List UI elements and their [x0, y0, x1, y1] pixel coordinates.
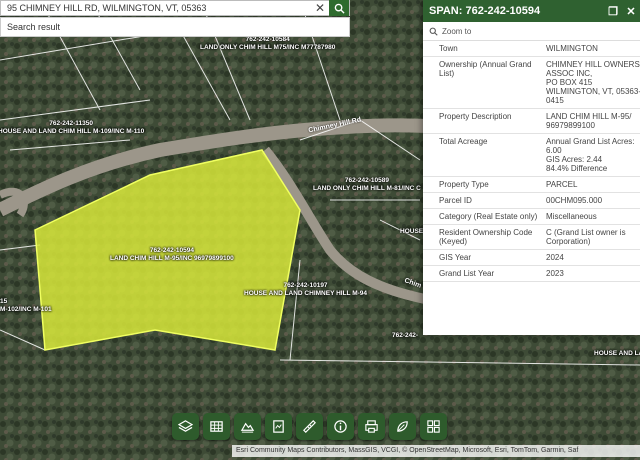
- attr-key: Parcel ID: [423, 192, 542, 209]
- zoom-to-button[interactable]: Zoom to: [423, 22, 640, 41]
- table-row: Category (Real Estate only) Miscellaneous: [423, 208, 640, 225]
- parcel-label-selected: 762-242-10594 LAND CHIM HILL M-95/INC 969…: [110, 247, 234, 262]
- close-icon[interactable]: ✕: [311, 1, 329, 15]
- basemap-icon: [240, 422, 255, 433]
- search-icon: [334, 3, 345, 14]
- table-row: Total Acreage Annual Grand List Acres: 6.…: [423, 133, 640, 177]
- attr-value: 00CHM095.000: [542, 192, 640, 209]
- attr-key: Grand List Year: [423, 265, 542, 282]
- print-map-button[interactable]: [265, 413, 292, 440]
- attr-value: CHIMNEY HILL OWNERS ASSOC INC, PO BOX 41…: [542, 56, 640, 109]
- info-button[interactable]: [327, 413, 354, 440]
- attr-key: Town: [423, 41, 542, 57]
- attr-value: C (Grand List owner is Corporation): [542, 224, 640, 250]
- attr-key: Ownership (Annual Grand List): [423, 56, 542, 109]
- parcel-label: 762-242-11350 HOUSE AND LAND CHIM HILL M-…: [0, 120, 145, 135]
- print-map-icon: [273, 420, 284, 433]
- attr-value: 2024: [542, 249, 640, 266]
- table-row: Property Type PARCEL: [423, 176, 640, 193]
- grid-button[interactable]: [420, 413, 447, 440]
- parcel-label: 15 M-102/INC M-101: [0, 298, 52, 313]
- attr-value: Annual Grand List Acres: 6.00 GIS Acres:…: [542, 133, 640, 177]
- search-button[interactable]: [329, 0, 349, 16]
- panel-title: SPAN: 762-242-10594: [429, 5, 541, 17]
- table-icon: [210, 421, 223, 432]
- parcel-label: 762-242-10589 LAND ONLY CHIM HILL M-81/IN…: [313, 177, 421, 192]
- parcel-label: 762-242-10197 HOUSE AND LAND CHIMNEY HILL…: [244, 282, 368, 297]
- panel-header: SPAN: 762-242-10594 ❐ ✕: [423, 0, 640, 22]
- parcel-label: 762-242-10584 LAND ONLY CHIM HILL M75/INC…: [200, 36, 336, 51]
- measure-icon: [303, 420, 316, 433]
- attribute-table: Town WILMINGTON Ownership (Annual Grand L…: [423, 41, 640, 282]
- attr-value: PARCEL: [542, 176, 640, 193]
- attr-key: Resident Ownership Code (Keyed): [423, 224, 542, 250]
- attr-key: Property Description: [423, 108, 542, 134]
- zoom-icon: [429, 27, 438, 36]
- map-attribution: Esri Community Maps Contributors, MassGI…: [232, 445, 640, 457]
- parcel-label: HOUSE: [400, 228, 424, 235]
- parcel-info-panel: SPAN: 762-242-10594 ❐ ✕ Zoom to Town WILM…: [423, 0, 640, 335]
- legend-icon: [397, 421, 408, 432]
- print-icon: [365, 420, 378, 433]
- attr-key: Total Acreage: [423, 133, 542, 177]
- table-row: Resident Ownership Code (Keyed) C (Grand …: [423, 224, 640, 250]
- search-input[interactable]: 95 CHIMNEY HILL RD, WILMINGTON, VT, 0536…: [1, 3, 311, 13]
- attr-value: Miscellaneous: [542, 208, 640, 225]
- attr-value: LAND CHIM HILL M-95/ 96979899100: [542, 108, 640, 134]
- attr-key: Property Type: [423, 176, 542, 193]
- zoom-to-label: Zoom to: [442, 26, 472, 36]
- parcel-label: HOUSE AND LA: [594, 350, 640, 357]
- table-button[interactable]: [203, 413, 230, 440]
- grid-icon: [427, 420, 440, 433]
- attr-key: Category (Real Estate only): [423, 208, 542, 225]
- legend-button[interactable]: [389, 413, 416, 440]
- layers-icon: [178, 420, 193, 432]
- table-row: Ownership (Annual Grand List) CHIMNEY HIL…: [423, 56, 640, 109]
- layers-button[interactable]: [172, 413, 199, 440]
- print-button[interactable]: [358, 413, 385, 440]
- close-icon[interactable]: ✕: [622, 5, 640, 18]
- search-result-header: Search result: [0, 17, 350, 37]
- basemap-button[interactable]: [234, 413, 261, 440]
- attr-key: GIS Year: [423, 249, 542, 266]
- attr-value: WILMINGTON: [542, 41, 640, 57]
- map-toolbar: [172, 413, 447, 440]
- measure-button[interactable]: [296, 413, 323, 440]
- dock-icon[interactable]: ❐: [604, 5, 622, 18]
- search-bar[interactable]: 95 CHIMNEY HILL RD, WILMINGTON, VT, 0536…: [0, 0, 350, 16]
- attr-value: 2023: [542, 265, 640, 282]
- info-icon: [334, 420, 347, 433]
- table-row: GIS Year 2024: [423, 249, 640, 266]
- parcel-label: 762-242-: [392, 332, 419, 339]
- table-row: Parcel ID 00CHM095.000: [423, 192, 640, 209]
- table-row: Town WILMINGTON: [423, 41, 640, 57]
- table-row: Grand List Year 2023: [423, 265, 640, 282]
- table-row: Property Description LAND CHIM HILL M-95/…: [423, 108, 640, 134]
